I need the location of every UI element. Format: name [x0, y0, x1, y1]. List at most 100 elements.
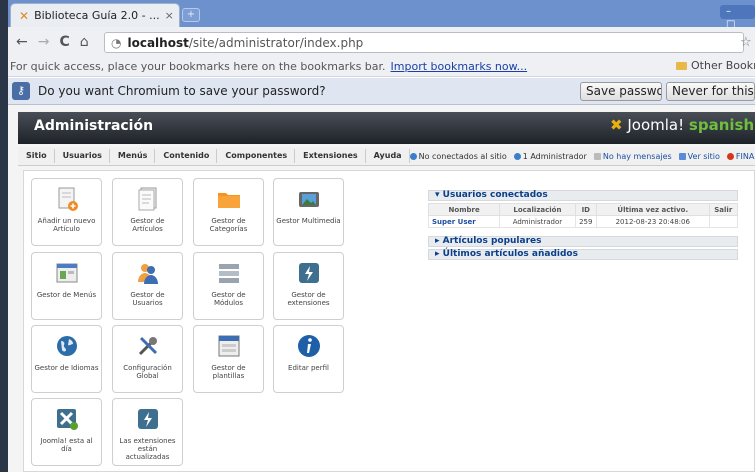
back-icon[interactable]: ← [16, 34, 28, 50]
home-icon[interactable]: ⌂ [80, 34, 89, 50]
quickicon-global-configuration[interactable]: Configuración Global [112, 325, 183, 393]
import-bookmarks-link[interactable]: Import bookmarks now... [391, 60, 528, 73]
column-header: Salir [708, 203, 739, 216]
table-cell: Administrador [499, 215, 576, 228]
not-connected-status: No conectados al sitio [409, 152, 507, 161]
screen-icon [678, 152, 686, 160]
logged-users-header[interactable]: ▾ Usuarios conectados [428, 190, 738, 201]
popular-articles-header[interactable]: ▸ Artículos populares [428, 236, 738, 247]
tab-close-icon[interactable]: × [165, 9, 174, 22]
logo-suffix: spanish [688, 116, 755, 134]
new-tab-button[interactable]: + [182, 8, 200, 22]
infobar-text: Do you want Chromium to save your passwo… [38, 84, 326, 98]
visitors-icon [409, 152, 417, 160]
bookmarks-bar: For quick access, place your bookmarks h… [8, 57, 755, 77]
media-icon [298, 192, 319, 207]
quickicon-category-manager[interactable]: Gestor de Categorías [193, 178, 264, 246]
quickicon-label: Gestor de Categorías [209, 217, 248, 233]
quickicon-user-manager[interactable]: Gestor de Usuarios [112, 252, 183, 320]
quickicon-module-manager[interactable]: Gestor de Módulos [193, 252, 264, 320]
quickicon-extensions-update[interactable]: Las extensiones están actualizadas [112, 398, 183, 466]
window-edge [0, 0, 8, 472]
users-icon [137, 264, 158, 284]
menu-contenido[interactable]: Contenido [155, 149, 218, 163]
quickicon-label: Gestor de extensiones [287, 291, 330, 307]
address-bar[interactable]: ◔ localhost/site/administrator/index.php [104, 32, 744, 53]
bookmark-star-icon[interactable]: ☆ [740, 35, 752, 50]
user-name-link[interactable]: Super User [427, 215, 501, 228]
quickicon-extension-manager[interactable]: Gestor de extensiones [273, 252, 344, 320]
admin-icon [513, 152, 521, 160]
extensions-icon [298, 263, 319, 283]
quickicon-label: Añadir un nuevo Artículo [37, 217, 96, 233]
column-header: Última vez activo. [596, 203, 710, 216]
menu-usuarios[interactable]: Usuarios [55, 149, 110, 163]
admins-status: 1 Administrador [513, 152, 587, 161]
quickicon-label: Las extensiones están actualizadas [119, 437, 176, 461]
forward-icon[interactable]: → [38, 34, 50, 50]
admin-menu: Sitio Usuarios Menús Contenido Component… [18, 147, 755, 166]
quickicon-label: Gestor de plantillas [211, 364, 246, 380]
logo-text: Joomla! [627, 116, 685, 134]
joomla-favicon-icon: ✕ [19, 8, 30, 23]
quickicon-label: Gestor de Artículos [130, 217, 165, 233]
menu-extensiones[interactable]: Extensiones [295, 149, 366, 163]
quickicon-joomla-update[interactable]: Joomla! esta al día [31, 398, 102, 466]
admin-title: Administración [34, 118, 154, 134]
status-bar: No conectados al sitio 1 Administrador N… [409, 152, 755, 161]
menu-menus[interactable]: Menús [110, 149, 156, 163]
reload-icon[interactable]: C [59, 34, 69, 50]
quickicon-label: Gestor Multimedia [276, 217, 341, 225]
tools-icon [138, 336, 157, 356]
window-controls[interactable]: – □ [720, 5, 755, 30]
menu-ayuda[interactable]: Ayuda [366, 149, 410, 163]
extensions-update-icon [137, 409, 158, 429]
info-icon [297, 335, 320, 357]
table-cell [708, 215, 739, 228]
folder-icon [217, 193, 240, 208]
logout-icon [726, 152, 734, 160]
table-cell: 259 [574, 215, 598, 228]
browser-tab[interactable]: ✕ Biblioteca Guía 2.0 - ... × [10, 3, 180, 27]
quickicon-label: Configuración Global [123, 364, 172, 380]
save-password-button[interactable]: Save password [580, 82, 662, 101]
bookmarks-hint: For quick access, place your bookmarks h… [10, 60, 386, 73]
mail-icon [593, 152, 601, 160]
quickicon-language-manager[interactable]: Gestor de Idiomas [31, 325, 102, 393]
logged-users-table: Nombre Localización ID Última vez activo… [427, 203, 739, 228]
article-manager-icon [138, 187, 156, 211]
tab-title: Biblioteca Guía 2.0 - ... [34, 9, 160, 22]
latest-articles-header[interactable]: ▸ Últimos artículos añadidos [428, 249, 738, 260]
modules-icon [218, 264, 239, 283]
quickicon-label: Editar perfil [288, 364, 329, 372]
quickicon-media-manager[interactable]: Gestor Multimedia [273, 178, 344, 246]
column-header: ID [574, 203, 598, 216]
quickicon-template-manager[interactable]: Gestor de plantillas [193, 325, 264, 393]
other-bookmarks-label: Other Bookm [691, 59, 755, 72]
messages-link[interactable]: No hay mensajes [593, 152, 672, 161]
table-row: Super User Administrador 259 2012-08-23 … [427, 215, 739, 228]
joomla-update-icon [56, 409, 78, 430]
key-icon: ⚷ [12, 82, 30, 100]
add-article-icon [58, 187, 78, 211]
logout-link[interactable]: FINALIZA [726, 152, 755, 161]
never-for-site-button[interactable]: Never for this sit [666, 82, 755, 101]
joomla-logo-icon: ✖ [610, 116, 623, 134]
other-bookmarks-button[interactable]: Other Bookm [676, 59, 755, 72]
table-cell: 2012-08-23 20:48:06 [596, 215, 710, 228]
quickicon-add-article[interactable]: Añadir un nuevo Artículo [31, 178, 102, 246]
menu-sitio[interactable]: Sitio [18, 149, 55, 163]
quickicon-article-manager[interactable]: Gestor de Artículos [112, 178, 183, 246]
quickicon-label: Joomla! esta al día [40, 437, 93, 453]
quickicon-label: Gestor de Usuarios [130, 291, 165, 307]
menu-componentes[interactable]: Componentes [217, 149, 296, 163]
joomla-logo: ✖ Joomla! spanish [610, 116, 754, 134]
globe-icon [56, 336, 77, 356]
view-site-link[interactable]: Ver sitio [678, 152, 720, 161]
quickicon-edit-profile[interactable]: Editar perfil [273, 325, 344, 393]
quickicon-menu-manager[interactable]: Gestor de Menús [31, 252, 102, 320]
url-host: localhost [127, 35, 189, 50]
column-header: Nombre [427, 203, 501, 216]
column-header: Localización [499, 203, 576, 216]
page-icon: ◔ [111, 35, 122, 50]
